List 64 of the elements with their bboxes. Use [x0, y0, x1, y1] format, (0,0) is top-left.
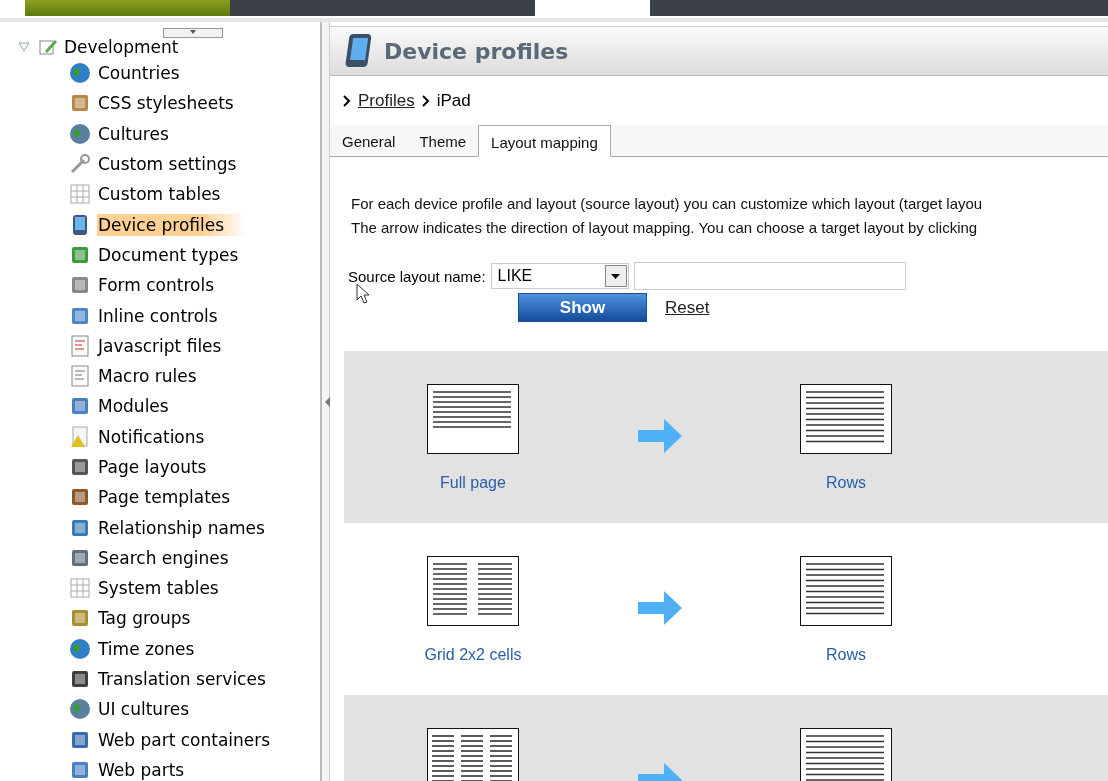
- layout-thumbnail-icon[interactable]: [427, 728, 519, 781]
- description-text: The arrow indicates the direction of layout mapping. You can choose a target layout by clicking: [351, 218, 979, 238]
- sphere-icon: [69, 698, 91, 721]
- tree-item[interactable]: Page templates: [97, 486, 253, 509]
- description-text: For each device profile and layout (source layout) you can customize which layout (target layou: [351, 194, 984, 214]
- layout-thumbnail-icon[interactable]: [800, 384, 892, 454]
- collapse-handle[interactable]: [163, 28, 223, 38]
- tree-item[interactable]: Web part containers: [97, 728, 293, 751]
- grid-icon: [69, 183, 91, 206]
- arrow-right-icon: [638, 591, 682, 625]
- tree-item[interactable]: Custom tables: [97, 183, 243, 206]
- tree-item[interactable]: Translation services: [97, 668, 288, 691]
- tree-item[interactable]: Relationship names: [97, 516, 287, 539]
- tree-item[interactable]: Search engines: [97, 546, 251, 569]
- cursor-icon: [356, 283, 370, 305]
- layout-thumbnail-icon[interactable]: [800, 728, 892, 781]
- tree-item[interactable]: Time zones: [97, 637, 217, 660]
- layout-link[interactable]: Grid 2x2 cells: [424, 646, 522, 664]
- tree-item[interactable]: Development: [64, 37, 179, 57]
- tree-item[interactable]: CSS stylesheets: [97, 92, 256, 115]
- tree-item[interactable]: Document types: [97, 243, 261, 266]
- layout-thumbnail-icon[interactable]: [800, 556, 892, 626]
- page-title: Device profiles: [384, 38, 569, 64]
- arrow-right-icon: [638, 419, 682, 453]
- globe-icon: [69, 62, 91, 85]
- tree-item[interactable]: System tables: [97, 577, 241, 600]
- search-field[interactable]: [633, 262, 906, 290]
- grid-icon: [69, 577, 91, 600]
- tree-item[interactable]: Device profiles: [97, 213, 247, 236]
- tree-item[interactable]: Web parts: [97, 758, 207, 781]
- breadcrumb-current: iPad: [436, 91, 471, 111]
- tree-item[interactable]: Page layouts: [97, 456, 229, 478]
- tree-item[interactable]: Countries: [97, 62, 202, 85]
- tree-item[interactable]: Inline controls: [97, 304, 240, 327]
- breadcrumb-link[interactable]: Profiles: [358, 91, 415, 111]
- layout-link[interactable]: Full page: [440, 474, 506, 492]
- tree-item[interactable]: Custom settings: [97, 153, 259, 176]
- wrench-icon: [69, 153, 91, 176]
- tree-item[interactable]: Macro rules: [97, 365, 219, 388]
- chevron-right-icon: [421, 95, 430, 107]
- sphere-icon: [69, 122, 91, 145]
- show-button[interactable]: Show: [518, 293, 647, 322]
- layout-thumbnail-icon[interactable]: [427, 384, 519, 454]
- operator-dropdown[interactable]: LIKE: [490, 263, 629, 289]
- globe-icon: [69, 637, 91, 660]
- tree-item[interactable]: UI cultures: [97, 698, 212, 721]
- chevron-right-icon: [343, 95, 351, 107]
- field-label: Source layout name:: [348, 267, 486, 285]
- js-icon: [69, 334, 91, 357]
- reset-link[interactable]: Reset: [665, 297, 710, 318]
- caret-icon: [611, 273, 621, 279]
- tree-item[interactable]: Form controls: [97, 274, 236, 297]
- tree-item[interactable]: Modules: [97, 395, 191, 418]
- pencil-icon: [38, 37, 58, 57]
- layout-link[interactable]: Rows: [826, 646, 866, 664]
- list-icon: [69, 365, 91, 388]
- tab[interactable]: Layout mapping: [478, 125, 611, 157]
- layout-link[interactable]: Rows: [826, 474, 866, 492]
- layout-thumbnail-icon[interactable]: [427, 556, 519, 626]
- tree-item[interactable]: Notifications: [97, 425, 227, 448]
- warning-icon: [69, 425, 91, 448]
- tree-item[interactable]: Tag groups: [97, 607, 213, 630]
- tree-item[interactable]: Javascript files: [97, 334, 244, 357]
- tree-item[interactable]: Cultures: [97, 122, 191, 145]
